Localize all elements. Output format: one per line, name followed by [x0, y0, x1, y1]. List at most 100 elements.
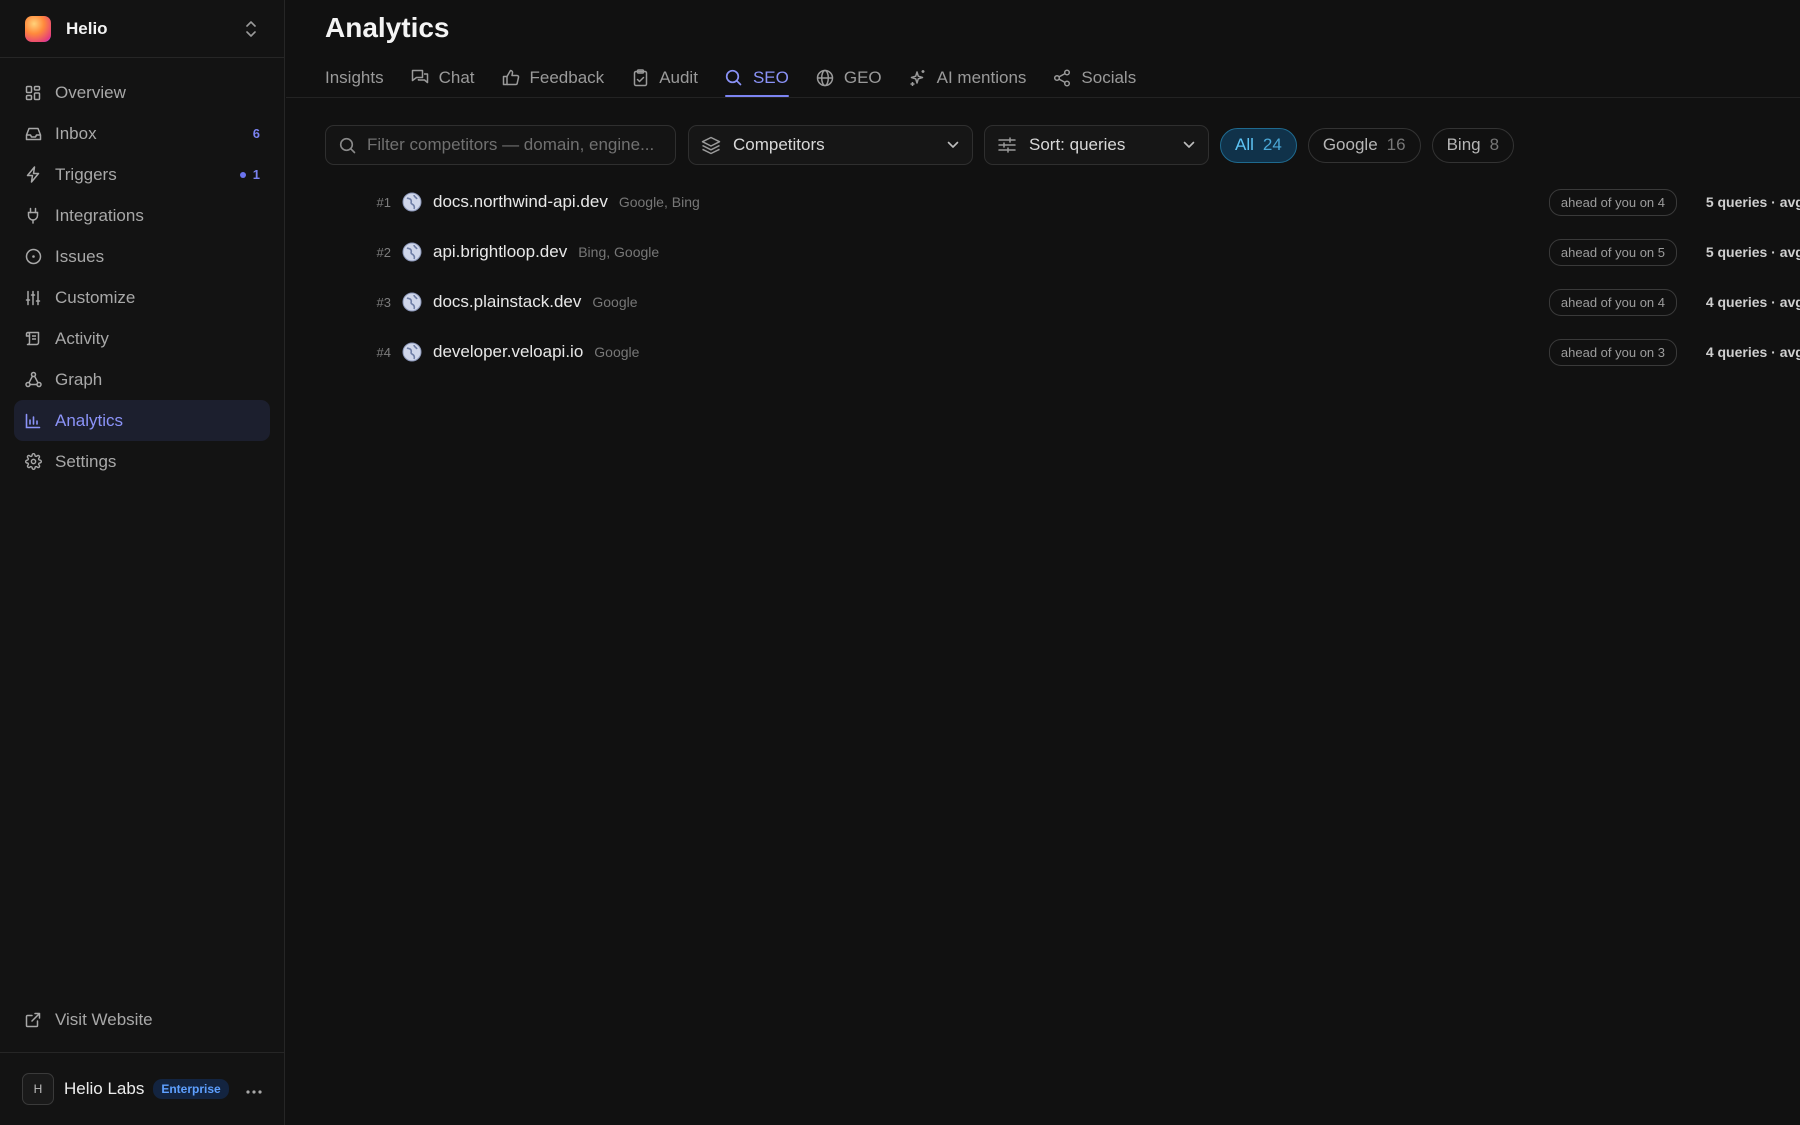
competitor-list: #1 docs.northwind-api.dev Google, Bing a… [371, 177, 1800, 377]
filter-chip-google[interactable]: Google 16 [1307, 127, 1421, 163]
sidebar-item-triggers[interactable]: Triggers 1 [14, 154, 270, 195]
bar-chart-icon [24, 412, 42, 430]
visit-website-label: Visit Website [55, 1010, 153, 1029]
sidebar-item-label: Graph [55, 369, 103, 389]
ahead-badge: ahead of you on 4 [1548, 188, 1677, 216]
tab-label: GEO [843, 67, 882, 87]
sidebar-item-label: Analytics [55, 410, 124, 430]
tab-label: AI mentions [936, 67, 1027, 87]
sparkles-icon [909, 69, 927, 87]
sidebar-item-graph[interactable]: Graph [14, 359, 270, 400]
status-dot [239, 171, 246, 178]
competitor-domain[interactable]: api.brightloop.dev [433, 242, 567, 262]
external-link-icon [24, 1011, 42, 1029]
tab-insights[interactable]: Insights [325, 58, 384, 97]
sidebar-item-activity[interactable]: Activity [14, 318, 270, 359]
main-content: Analytics Insights Chat Feedback Audit S… [286, 0, 1800, 1125]
inbox-icon [24, 125, 42, 143]
scroll-icon [24, 330, 42, 348]
visit-website-link[interactable]: Visit Website [14, 1000, 271, 1040]
favicon-globe-icon [402, 292, 422, 312]
page-title: Analytics [325, 12, 450, 43]
ahead-badge: ahead of you on 4 [1548, 288, 1677, 316]
table-row[interactable]: #3 docs.plainstack.dev Google ahead of y… [371, 277, 1800, 327]
tab-ai-mentions[interactable]: AI mentions [909, 58, 1027, 97]
workspace-logo [25, 15, 51, 42]
sidebar-item-label: Inbox [55, 123, 97, 143]
sidebar-item-label: Overview [55, 82, 126, 102]
competitor-rank: #2 [376, 244, 391, 260]
analytics-tabs: Insights Chat Feedback Audit SEO GEO AI … [325, 58, 1163, 97]
sidebar-item-label: Settings [55, 451, 117, 471]
query-stat: 4 queries · avg #1.8 [1705, 294, 1800, 310]
org-name: Helio Labs [64, 1079, 145, 1098]
view-select-value: Competitors [733, 135, 825, 154]
competitor-search[interactable] [325, 125, 676, 165]
tab-label: Feedback [529, 67, 605, 87]
sliders-icon [24, 289, 42, 307]
competitor-search-input[interactable] [367, 135, 657, 155]
chip-label: Google [1322, 135, 1378, 154]
competitor-domain[interactable]: docs.plainstack.dev [433, 292, 581, 312]
chevron-down-icon [946, 138, 960, 152]
tab-seo[interactable]: SEO [724, 58, 789, 97]
sidebar-item-integrations[interactable]: Integrations [14, 195, 270, 236]
competitor-domain[interactable]: developer.veloapi.io [433, 342, 583, 362]
network-icon [24, 371, 42, 389]
layers-icon [701, 135, 721, 155]
account-footer[interactable]: H Helio Labs Enterprise [0, 1052, 285, 1125]
competitor-engines: Bing, Google [578, 244, 660, 260]
table-row[interactable]: #2 api.brightloop.dev Bing, Google ahead… [371, 227, 1800, 277]
more-horizontal-icon[interactable] [245, 1079, 263, 1100]
chip-label: All [1235, 135, 1254, 154]
chip-count: 16 [1386, 135, 1406, 154]
tab-label: Chat [438, 67, 475, 87]
competitor-rank: #1 [376, 194, 391, 210]
sidebar-item-label: Triggers [55, 164, 117, 184]
sort-select-value: Sort: queries [1029, 135, 1126, 154]
tab-socials[interactable]: Socials [1053, 58, 1136, 97]
table-row[interactable]: #4 developer.veloapi.io Google ahead of … [371, 327, 1800, 377]
competitor-engines: Google [592, 294, 638, 310]
favicon-globe-icon [402, 342, 422, 362]
sidebar-item-inbox[interactable]: Inbox 6 [14, 113, 270, 154]
ahead-badge: ahead of you on 5 [1548, 238, 1677, 266]
filter-chip-all[interactable]: All 24 [1220, 127, 1297, 163]
chip-label: Bing [1446, 135, 1481, 154]
table-row[interactable]: #1 docs.northwind-api.dev Google, Bing a… [371, 177, 1800, 227]
tab-chat[interactable]: Chat [411, 58, 475, 97]
chevrons-up-down-icon[interactable] [242, 18, 260, 40]
sidebar-item-issues[interactable]: Issues [14, 236, 270, 277]
chip-count: 24 [1262, 135, 1282, 154]
sidebar-item-label: Issues [55, 246, 105, 266]
ahead-badge: ahead of you on 3 [1548, 338, 1677, 366]
query-stat: 5 queries · avg #1.6 [1705, 194, 1800, 210]
filter-toolbar: Competitors Sort: queries All 24 Google … [325, 125, 1515, 165]
sidebar-item-analytics[interactable]: Analytics [14, 400, 270, 441]
favicon-globe-icon [402, 192, 422, 212]
globe-icon [816, 69, 834, 87]
search-icon [338, 136, 356, 154]
chat-icon [411, 69, 429, 87]
thumbs-up-icon [502, 69, 520, 87]
tab-audit[interactable]: Audit [631, 58, 698, 97]
sidebar-item-customize[interactable]: Customize [14, 277, 270, 318]
view-select[interactable]: Competitors [688, 125, 973, 165]
tab-feedback[interactable]: Feedback [502, 58, 605, 97]
sidebar-item-overview[interactable]: Overview [14, 72, 270, 113]
chevron-down-icon [1182, 138, 1196, 152]
workspace-switcher[interactable]: Helio [0, 0, 284, 58]
tabs-divider [286, 97, 1800, 98]
search-icon [725, 69, 743, 87]
tab-geo[interactable]: GEO [816, 58, 882, 97]
filter-chip-bing[interactable]: Bing 8 [1431, 127, 1515, 163]
query-stat: 4 queries · avg #1.5 [1705, 344, 1800, 360]
sidebar-item-settings[interactable]: Settings [14, 441, 270, 482]
avatar: H [22, 1073, 54, 1105]
chip-count: 8 [1489, 135, 1500, 154]
favicon-globe-icon [402, 242, 422, 262]
competitor-engines: Google [594, 344, 640, 360]
competitor-domain[interactable]: docs.northwind-api.dev [433, 192, 608, 212]
triggers-count-badge: 1 [239, 167, 260, 182]
sort-select[interactable]: Sort: queries [984, 125, 1209, 165]
